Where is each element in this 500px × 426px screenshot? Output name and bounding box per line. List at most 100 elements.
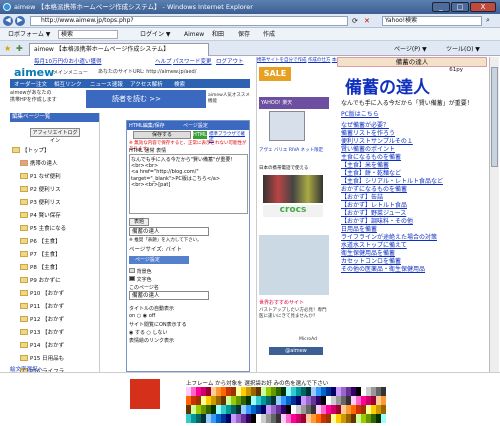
site-menu-link[interactable]: 便利リストサンプルその１ bbox=[341, 138, 483, 146]
bg-swatch[interactable] bbox=[129, 268, 135, 273]
product-image[interactable] bbox=[269, 111, 305, 141]
radio-off[interactable]: off bbox=[149, 313, 156, 319]
fav-search-box[interactable]: 検索 bbox=[58, 30, 118, 39]
affiliate-login-button[interactable]: アフィリエイトログイン bbox=[30, 128, 80, 144]
fav-item-save[interactable]: 保存 bbox=[238, 28, 250, 41]
site-menu-link[interactable]: 【おかず】野菜ジュース bbox=[341, 210, 483, 218]
palette-swatch[interactable] bbox=[381, 414, 386, 423]
site-menu-link[interactable]: 備蓄リストを作ろう bbox=[341, 130, 483, 138]
site-menu-link[interactable]: カセットコンロを備蓄 bbox=[341, 258, 483, 266]
right-link-0[interactable]: 携帯サイトを自分で作成 bbox=[257, 58, 307, 63]
tree-item[interactable]: P9 おかずに bbox=[12, 273, 99, 286]
palette-swatch[interactable] bbox=[381, 387, 386, 396]
save-button[interactable]: 保存する bbox=[133, 131, 191, 139]
back-icon[interactable]: ◀ bbox=[3, 16, 13, 26]
tree-item[interactable]: P4 賢い保存 bbox=[12, 208, 99, 221]
fav-item-wada[interactable]: 和田 bbox=[212, 28, 224, 41]
site-menu-link[interactable]: 【おかず】レトルト食品 bbox=[341, 202, 483, 210]
password-link[interactable]: パスワード変更 bbox=[173, 57, 212, 65]
nav-news[interactable]: ニュース速報 bbox=[90, 80, 123, 88]
site-menu-link[interactable]: 【主食】餅・乾麺など bbox=[341, 170, 483, 178]
site-menu-link[interactable]: 【主食】シリアル・レトルト食品など bbox=[341, 178, 483, 186]
ad-photo[interactable] bbox=[259, 235, 329, 295]
tree-item[interactable]: 携帯の達人 bbox=[12, 156, 99, 169]
pc-link[interactable]: PC版はこちら bbox=[341, 109, 483, 118]
site-menu-link[interactable]: その他の医薬品・衛生保健用品 bbox=[341, 266, 483, 274]
preview-link[interactable]: 標準ブラウザで確認 bbox=[209, 131, 249, 143]
minimize-button[interactable]: _ bbox=[432, 2, 450, 12]
tools-menu[interactable]: ツール(O) ▼ bbox=[446, 44, 480, 53]
editor-mode-radio[interactable]: HTML 通常 表情 bbox=[129, 147, 249, 154]
site-menu-link[interactable]: おかずになるものを備蓄 bbox=[341, 186, 483, 194]
top-promo-link[interactable]: 毎月10万円のお小遣い獲得 bbox=[34, 57, 102, 65]
radio-on[interactable]: on bbox=[129, 313, 135, 319]
site-menu-link[interactable]: ライフラインが途絶えた場合の対策 bbox=[341, 234, 483, 242]
stop-icon[interactable]: ✕ bbox=[364, 17, 370, 25]
search-icon[interactable]: ⌕ bbox=[486, 16, 490, 25]
maximize-button[interactable]: □ bbox=[451, 2, 469, 12]
title-input[interactable]: 備蓄の達人 bbox=[129, 227, 209, 236]
nav-mutual-link[interactable]: 相互リンク bbox=[54, 80, 82, 88]
site-menu-link[interactable]: 【おかず】缶詰 bbox=[341, 194, 483, 202]
nav-order[interactable]: オーダー注文 bbox=[14, 80, 47, 88]
tree-item[interactable]: P14 【おかず bbox=[12, 338, 99, 351]
scroll-thumb[interactable] bbox=[491, 67, 498, 167]
refresh-icon[interactable]: ⟳ bbox=[352, 17, 358, 25]
site-menu-link[interactable]: 賢い備蓄のポイント bbox=[341, 146, 483, 154]
site-menu-link[interactable]: 水道水ストップに備えて bbox=[341, 242, 483, 250]
search-input[interactable]: Yahoo!検索 bbox=[382, 16, 482, 26]
tree-item[interactable]: P3 便利リス bbox=[12, 195, 99, 208]
page-scrollbar[interactable] bbox=[489, 57, 499, 372]
site-menu-link[interactable]: 【おかず】調味料・その他 bbox=[341, 218, 483, 226]
add-favorite-icon[interactable]: ✚ bbox=[16, 44, 23, 53]
yahoo-ad[interactable]: YAHOO! 楽天 bbox=[259, 97, 329, 109]
close-button[interactable]: X bbox=[470, 2, 496, 12]
forward-icon[interactable]: ▶ bbox=[15, 16, 25, 26]
fav-item-roboform[interactable]: ロボフォーム ▼ bbox=[8, 28, 50, 41]
tree-item[interactable]: P11 【おかず bbox=[12, 299, 99, 312]
site-menu-link[interactable]: 衛生保健用品を備蓄 bbox=[341, 250, 483, 258]
radio-no[interactable]: しない bbox=[153, 330, 168, 336]
help-link[interactable]: ヘルプ bbox=[155, 57, 172, 65]
tree-item[interactable]: P12 【おかず bbox=[12, 312, 99, 325]
ad-recommend[interactable]: 世界おすすめサイト bbox=[259, 299, 329, 306]
tree-item[interactable]: P6 【主食】 bbox=[12, 234, 99, 247]
html-content-textarea[interactable]: なんでも手に入る今だから"賢い備蓄"が重要！ <br><br> <a href=… bbox=[129, 154, 248, 214]
tab-html-edit[interactable]: HTML編集/保存 bbox=[129, 122, 165, 129]
site-menu-link[interactable]: なぜ備蓄が必要？ bbox=[341, 122, 483, 130]
logout-link[interactable]: ログアウト bbox=[216, 57, 244, 65]
site-menu-link[interactable]: 【主食】米を備蓄 bbox=[341, 162, 483, 170]
tree-item[interactable]: P15 日用品も bbox=[12, 351, 99, 364]
ad-product-text[interactable]: アヴェ バリエ RIVA ネット限定 bbox=[259, 147, 329, 153]
nav-search[interactable]: 検索 bbox=[174, 80, 185, 88]
palette-swatch[interactable] bbox=[381, 396, 386, 405]
page-name-input[interactable]: 備蓄の達人 bbox=[129, 291, 209, 300]
tab-aimew[interactable]: aimew 【本格派携帯ホームページ作成システム】 bbox=[29, 43, 209, 56]
promo-banner[interactable]: 読者を読む >> bbox=[86, 90, 206, 108]
tab-page-settings[interactable]: ページ設定 bbox=[183, 122, 208, 129]
crocs-logo[interactable]: crocs bbox=[263, 205, 323, 217]
fav-item-create[interactable]: 作成 bbox=[263, 28, 275, 41]
fav-item-aimew[interactable]: Aimew bbox=[184, 28, 204, 41]
sale-banner[interactable]: SALE bbox=[259, 67, 291, 81]
color-palette[interactable] bbox=[186, 387, 386, 423]
site-menu-link[interactable]: 主食になるものを備蓄 bbox=[341, 154, 483, 162]
tree-item[interactable]: P7 【主食】 bbox=[12, 247, 99, 260]
page-menu[interactable]: ページ(P) ▼ bbox=[394, 44, 427, 53]
tree-item[interactable]: P1 なぜ便利 bbox=[12, 169, 99, 182]
tree-item[interactable]: P13 【おかず bbox=[12, 325, 99, 338]
radio-yes[interactable]: する bbox=[135, 330, 145, 336]
tree-item[interactable]: P2 便利リス bbox=[12, 182, 99, 195]
tree-item[interactable]: P5 主食になる bbox=[12, 221, 99, 234]
tree-item[interactable]: P8 【主食】 bbox=[12, 260, 99, 273]
text-swatch[interactable] bbox=[129, 276, 135, 281]
favorites-star-icon[interactable]: ★ bbox=[4, 44, 11, 53]
site-menu-link[interactable]: 日用品を備蓄 bbox=[341, 226, 483, 234]
nav-analytics[interactable]: アクセス解析 bbox=[130, 80, 163, 88]
right-link-1[interactable]: 作成の仕方 bbox=[308, 58, 331, 63]
html-toggle[interactable]: HTML bbox=[193, 131, 207, 139]
palette-swatch[interactable] bbox=[381, 405, 386, 414]
shoes-image[interactable] bbox=[263, 175, 323, 203]
url-input[interactable]: http://www.aimew.jp/tops.php? bbox=[30, 16, 348, 26]
tree-item[interactable]: P10 【おかず bbox=[12, 286, 99, 299]
